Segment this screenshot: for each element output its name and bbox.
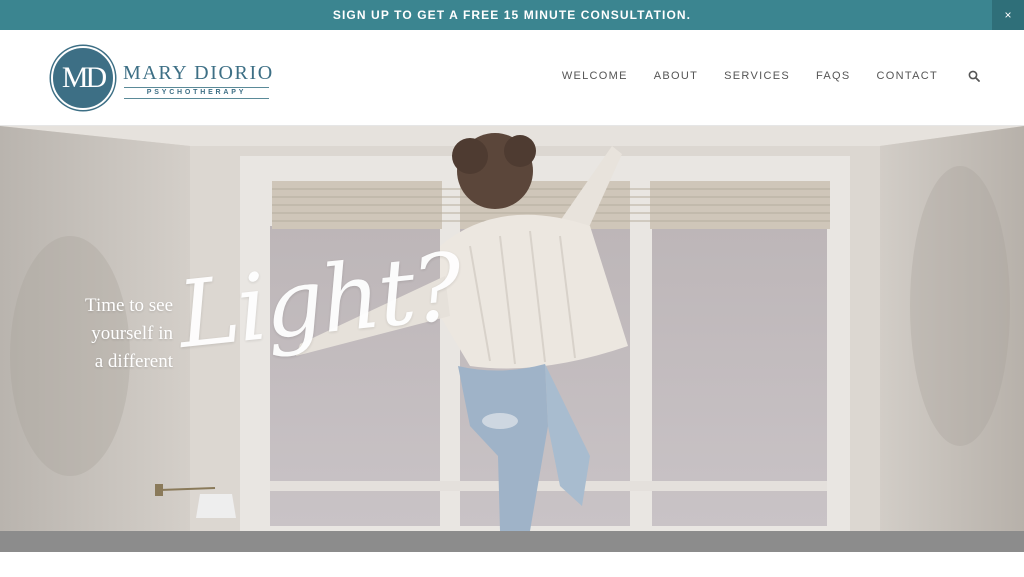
- logo-initials: MD: [61, 61, 107, 94]
- promo-text[interactable]: SIGN UP TO GET A FREE 15 MINUTE CONSULTA…: [333, 8, 691, 22]
- section-divider: [0, 531, 1024, 552]
- promo-banner[interactable]: SIGN UP TO GET A FREE 15 MINUTE CONSULTA…: [0, 0, 1024, 30]
- nav-item-contact[interactable]: CONTACT: [877, 70, 938, 82]
- nav-item-services[interactable]: SERVICES: [724, 70, 790, 82]
- hero-tagline-line-3: a different: [94, 351, 173, 372]
- hero-tagline: Time to see yourself in a different: [40, 292, 173, 376]
- search-icon[interactable]: [968, 70, 980, 82]
- logo-subtitle: PSYCHOTHERAPY: [124, 87, 269, 99]
- nav-item-about[interactable]: ABOUT: [654, 70, 698, 82]
- hero-tagline-line-2: yourself in: [91, 323, 173, 344]
- hero-tagline-line-1: Time to see: [85, 295, 173, 316]
- hero-banner: Time to see yourself in a different Ligh…: [0, 126, 1024, 531]
- site-header: MD MARY DIORIO PSYCHOTHERAPY WELCOME ABO…: [0, 30, 1024, 126]
- close-icon[interactable]: ×: [992, 0, 1024, 30]
- logo-mark: MD: [51, 46, 115, 110]
- main-nav: WELCOME ABOUT SERVICES FAQS CONTACT: [562, 70, 980, 82]
- logo-name: MARY DIORIO: [123, 62, 274, 84]
- nav-item-faqs[interactable]: FAQS: [816, 70, 851, 82]
- nav-item-welcome[interactable]: WELCOME: [562, 70, 628, 82]
- site-logo[interactable]: MD MARY DIORIO PSYCHOTHERAPY: [51, 46, 276, 112]
